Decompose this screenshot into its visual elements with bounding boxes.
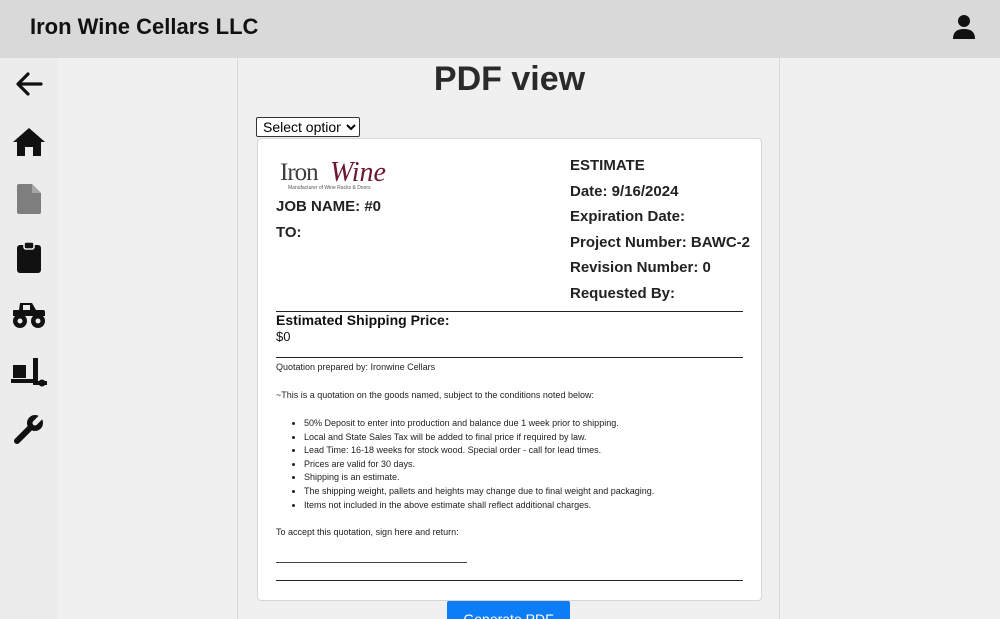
prepared-by: Quotation prepared by: Ironwine Cellars [276,362,436,372]
list-item: Lead Time: 16-18 weeks for stock wood. S… [304,444,654,458]
app-title: Iron Wine Cellars LLC [30,14,259,39]
sidebar-item-shipping[interactable] [8,352,50,392]
revision-number: Revision Number: 0 [570,259,711,276]
shipping-price-value: $0 [276,329,291,344]
document-icon [17,184,41,214]
signature-line [276,562,467,563]
home-icon [13,128,45,156]
company-logo: Iron Wine Manufacturer of Wine Racks & D… [280,157,394,195]
logo-subtitle: Manufacturer of Wine Racks & Doors [288,185,371,191]
list-item: Shipping is an estimate. [304,471,654,485]
list-item: Prices are valid for 30 days. [304,458,654,472]
project-number: Project Number: BAWC-2 [570,234,751,251]
job-name: JOB NAME: #0 [276,198,382,215]
list-item: Items not included in the above estimate… [304,499,654,513]
logo-text-iron: Iron [280,159,319,186]
estimate-label: ESTIMATE [570,157,645,174]
to-label: TO: [276,224,302,241]
requested-by: Requested By: [570,285,676,302]
accept-instructions: To accept this quotation, sign here and … [276,527,459,537]
sidebar-item-tools[interactable] [8,409,50,449]
top-bar: Iron Wine Cellars LLC [0,0,1000,58]
sidebar-item-truck[interactable] [8,294,50,334]
clipboard-icon [17,241,41,273]
expiration-date: Expiration Date: [570,208,686,225]
generate-pdf-button[interactable]: Generate PDF [447,601,570,619]
sidebar-item-home[interactable] [8,122,50,162]
estimate-document: Iron Wine Manufacturer of Wine Racks & D… [257,138,762,601]
page-title: PDF view [433,60,586,98]
list-item: The shipping weight, pallets and heights… [304,485,654,499]
sidebar [0,58,58,619]
hand-truck-icon [11,358,47,387]
user-icon[interactable] [950,12,978,42]
arrow-left-icon [16,72,43,96]
shipping-price-label: Estimated Shipping Price: [276,312,450,328]
monster-truck-icon [13,303,45,328]
divider [276,357,743,358]
sidebar-item-clipboard[interactable] [8,237,50,277]
terms-list: 50% Deposit to enter into production and… [304,417,654,512]
quotation-intro: ~This is a quotation on the goods named,… [276,390,594,400]
list-item: Local and State Sales Tax will be added … [304,431,654,445]
pdf-panel: PDF view Select option Iron Wine Manufac… [237,58,780,619]
estimate-date: Date: 9/16/2024 [570,183,679,200]
back-button[interactable] [8,64,50,104]
sidebar-item-documents[interactable] [8,179,50,219]
list-item: 50% Deposit to enter into production and… [304,417,654,431]
divider [276,580,743,581]
template-select[interactable]: Select option [256,117,360,137]
wrench-icon [14,413,45,444]
